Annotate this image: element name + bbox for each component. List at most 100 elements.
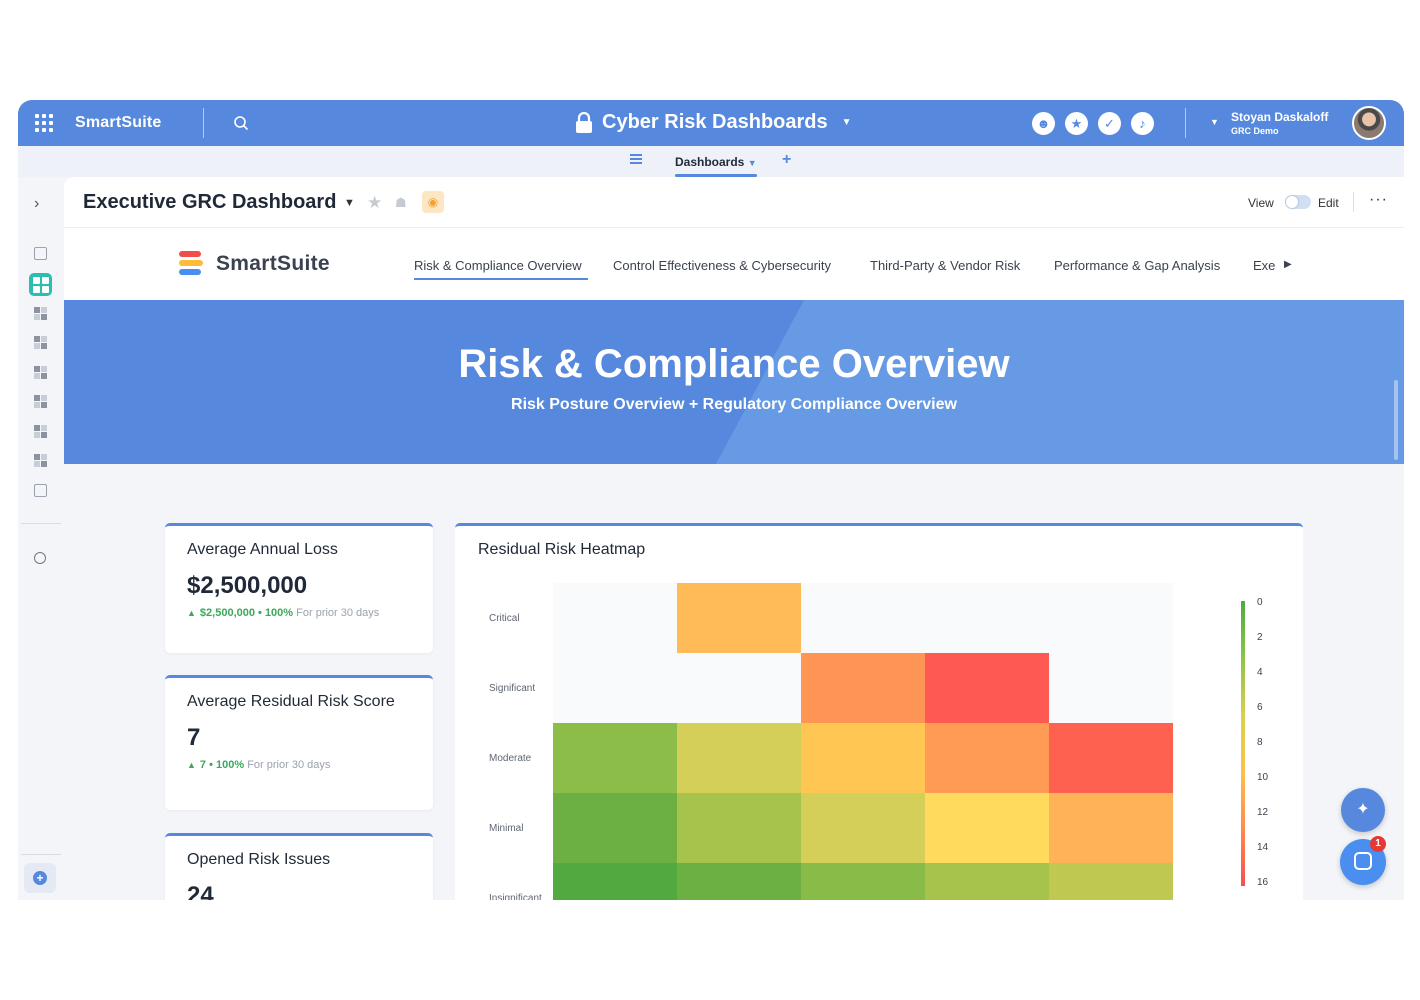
divider xyxy=(1185,108,1186,138)
logo-text: SmartSuite xyxy=(216,252,330,275)
heatmap-cell[interactable] xyxy=(801,863,925,900)
ai-assistant-button[interactable]: ✦ xyxy=(1341,788,1385,832)
star-icon[interactable]: ★ xyxy=(1065,112,1088,135)
share-people-icon[interactable]: ☗ xyxy=(395,195,407,211)
heatmap-cell[interactable] xyxy=(925,863,1049,900)
heatmap-cell[interactable] xyxy=(677,723,801,793)
heatmap-row-label: Significant xyxy=(489,683,536,694)
menu-icon[interactable] xyxy=(630,154,642,164)
tab-dashboards[interactable]: Dashboards ▼ xyxy=(675,155,757,169)
dashboard-icon[interactable] xyxy=(34,425,47,438)
dashboard-icon[interactable] xyxy=(34,395,47,408)
legend-tick-label: 0 xyxy=(1257,597,1263,608)
tab-bar: Dashboards ▼ + xyxy=(18,146,1404,177)
chevron-right-icon[interactable]: ▶ xyxy=(1284,259,1292,270)
heatmap-cell[interactable] xyxy=(801,653,925,723)
nav-executive[interactable]: Exe xyxy=(1253,258,1275,273)
check-icon[interactable]: ✓ xyxy=(1098,112,1121,135)
card-title: Average Residual Risk Score xyxy=(187,693,395,710)
delta-value: 7 • 100% xyxy=(199,759,245,771)
tab-label: Dashboards xyxy=(675,155,745,169)
notification-badge: 1 xyxy=(1370,836,1386,852)
view-edit-toggle[interactable] xyxy=(1285,195,1311,209)
dashboard-nav: SmartSuite Risk & Compliance Overview Co… xyxy=(64,228,1404,300)
bell-icon[interactable]: ♪ xyxy=(1131,112,1154,135)
dashboard-icon[interactable] xyxy=(34,307,47,320)
active-nav-indicator xyxy=(414,278,588,280)
heatmap-cell[interactable] xyxy=(1049,723,1173,793)
heatmap-cell[interactable] xyxy=(801,723,925,793)
divider xyxy=(203,108,204,138)
heatmap-cell[interactable] xyxy=(553,863,677,900)
legend-tick-label: 10 xyxy=(1257,772,1269,783)
hero-title: Risk & Compliance Overview xyxy=(458,342,1010,386)
smartsuite-logo-icon xyxy=(179,251,203,275)
heatmap-cell[interactable] xyxy=(553,793,677,863)
nav-performance-gap-analysis[interactable]: Performance & Gap Analysis xyxy=(1054,258,1220,273)
more-options-icon[interactable]: ··· xyxy=(1369,191,1388,209)
heatmap-cell[interactable] xyxy=(1049,863,1173,900)
heatmap-row-label: Critical xyxy=(489,613,520,624)
dashboard-icon[interactable] xyxy=(34,454,47,467)
doc-icon[interactable] xyxy=(34,247,47,260)
hero-subtitle: Risk Posture Overview + Regulatory Compl… xyxy=(511,396,957,413)
heatmap-legend-bar xyxy=(1241,601,1245,886)
chat-button[interactable]: 1 xyxy=(1340,836,1386,885)
kpi-card: Opened Risk Issues 24 xyxy=(165,833,433,900)
avatar[interactable] xyxy=(1352,106,1386,140)
team-icon[interactable]: ☻ xyxy=(1032,112,1055,135)
expand-sidebar-icon[interactable]: › xyxy=(34,195,39,213)
search-icon[interactable] xyxy=(233,115,249,131)
heatmap-row-label: Moderate xyxy=(489,753,532,764)
divider xyxy=(21,854,61,855)
plus-icon: + xyxy=(33,871,47,885)
arrow-up-icon: ▲ xyxy=(187,608,196,618)
nav-control-effectiveness[interactable]: Control Effectiveness & Cybersecurity xyxy=(613,258,831,273)
divider xyxy=(21,523,61,524)
chevron-down-icon: ▼ xyxy=(747,158,757,168)
heatmap-cell[interactable] xyxy=(925,723,1049,793)
favorite-star-icon[interactable]: ★ xyxy=(367,193,382,213)
chevron-down-icon[interactable]: ▼ xyxy=(1210,117,1219,127)
doc-icon[interactable] xyxy=(34,484,47,497)
heatmap-cell[interactable] xyxy=(677,583,801,653)
workspace-switcher[interactable]: Cyber Risk Dashboards ▼ xyxy=(574,111,852,134)
heatmap-row-label: Insignificant xyxy=(489,893,542,900)
scrollbar[interactable] xyxy=(1394,380,1398,460)
heatmap-cell[interactable] xyxy=(677,863,801,900)
nav-third-party-vendor-risk[interactable]: Third-Party & Vendor Risk xyxy=(870,258,1020,273)
card-title: Average Annual Loss xyxy=(187,541,338,558)
rss-icon[interactable]: ◉ xyxy=(422,191,444,213)
kpi-card: Average Residual Risk Score 7 ▲ 7 • 100% … xyxy=(165,675,433,810)
nav-risk-compliance-overview[interactable]: Risk & Compliance Overview xyxy=(414,258,582,273)
heatmap-cell[interactable] xyxy=(925,653,1049,723)
chevron-down-icon[interactable]: ▼ xyxy=(344,197,355,209)
heatmap-row-label: Minimal xyxy=(489,823,524,834)
dashboard-title[interactable]: Executive GRC Dashboard xyxy=(83,191,336,214)
add-tab-button[interactable]: + xyxy=(782,151,791,169)
kpi-card: Average Annual Loss $2,500,000 ▲ $2,500,0… xyxy=(165,523,433,653)
dashboard-icon-active[interactable] xyxy=(29,273,52,296)
brand-name[interactable]: SmartSuite xyxy=(75,114,161,132)
heatmap-cell[interactable] xyxy=(801,793,925,863)
arrow-up-icon: ▲ xyxy=(187,760,196,770)
user-circle-icon[interactable] xyxy=(34,552,46,564)
heatmap-cell[interactable] xyxy=(1049,793,1173,863)
heatmap-cell[interactable] xyxy=(677,793,801,863)
dashboard-icon[interactable] xyxy=(34,336,47,349)
workspace-title: Cyber Risk Dashboards xyxy=(602,111,828,133)
lock-icon xyxy=(576,111,592,133)
quick-actions: ☻ ★ ✓ ♪ xyxy=(1032,112,1154,135)
card-title: Residual Risk Heatmap xyxy=(478,541,646,558)
dashboard-icon[interactable] xyxy=(34,366,47,379)
add-button[interactable]: + xyxy=(24,863,56,893)
apps-grid-icon[interactable] xyxy=(35,114,53,132)
app-window: SmartSuite Cyber Risk Dashboards ▼ ☻ ★ ✓… xyxy=(18,100,1404,900)
card-value: 7 xyxy=(187,724,201,751)
user-name[interactable]: Stoyan Daskaloff xyxy=(1231,110,1328,124)
heatmap-cell[interactable] xyxy=(553,723,677,793)
chat-icon xyxy=(1354,852,1372,870)
heatmap-cell[interactable] xyxy=(925,793,1049,863)
delta-value: $2,500,000 • 100% xyxy=(199,607,294,619)
divider xyxy=(1353,192,1354,212)
